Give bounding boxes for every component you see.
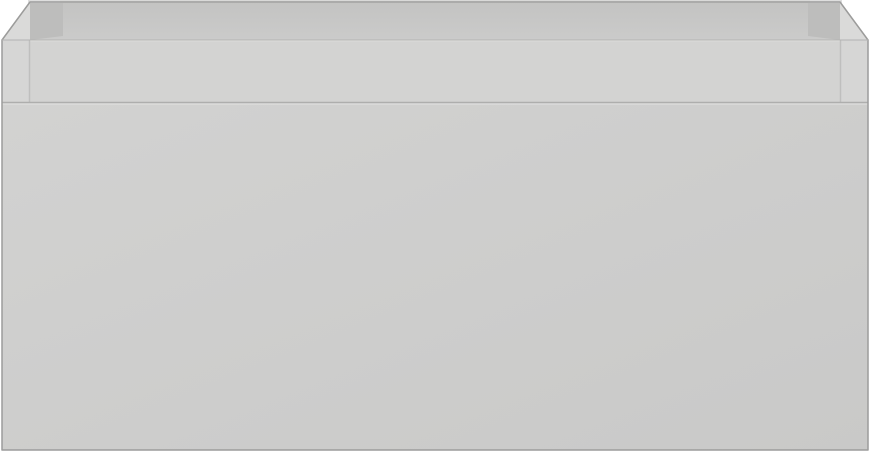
drawer-inner-left-wall [30, 2, 63, 40]
drawer-top-rail [30, 40, 840, 102]
product-render-scene [0, 0, 870, 452]
drawer-inner-back-wall [30, 2, 840, 40]
drawer-inner-right-wall [808, 2, 840, 40]
drawer-front-panel [2, 102, 868, 450]
drawer-unit-illustration [1, 0, 869, 451]
